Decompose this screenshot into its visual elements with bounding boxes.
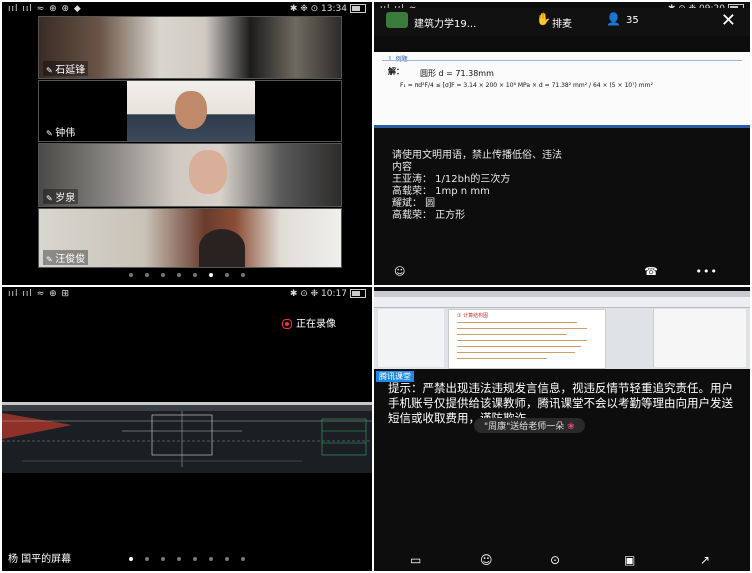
chat-list: 请使用文明用语，禁止传播低俗、违法 内容 王亚涛： 1/12bh的三次方 高载荣…: [392, 150, 562, 222]
shared-document: 1. 例题 解： 圆形 d = 71.38mm F₁ = πd²F/4 ≤ [σ…: [374, 52, 750, 128]
phone-icon[interactable]: ☎: [644, 265, 658, 278]
screen-share-panel: ııl ııl ≈ ⊕ ⊞ ✱ ⊙ ❉ 10:17 正在录像 杨 国平的屏幕: [2, 287, 372, 571]
battery-icon: [350, 289, 366, 298]
cad-drawing-lines: [2, 411, 372, 467]
screen-icon[interactable]: ▣: [624, 553, 635, 567]
doc-formula: 圆形 d = 71.38mm: [420, 69, 494, 78]
gift-message: "周康"送给老师一朵 ❀: [474, 418, 585, 433]
chat-message: 王亚涛： 1/12bh的三次方: [392, 174, 511, 185]
raise-hand-button[interactable]: 排麦: [552, 15, 572, 30]
signal-icons: ııl ııl ≈ ⊕ ⊞: [8, 289, 71, 299]
participant-tile[interactable]: 钟伟: [38, 80, 342, 142]
more-icon[interactable]: •••: [696, 265, 718, 278]
share-icon[interactable]: ↗: [700, 553, 710, 567]
status-right: ✱ ❉ ⊙ 13:34: [290, 4, 366, 14]
status-right: ✱ ⊙ ❉ 10:17: [290, 289, 366, 299]
classroom-chat-panel: ııl ııl ≈ ✱ ⊙ ❉ 09:20 建筑力学19... ✋ 排麦 👤 3…: [374, 2, 750, 285]
status-bar: ııl ııl ≈ ⊕ ⊞ ✱ ⊙ ❉ 10:17: [2, 287, 372, 303]
comment-icon[interactable]: ▭: [410, 553, 421, 567]
course-logo-icon: [386, 12, 408, 28]
shared-screen: ① 计算结构图: [374, 291, 750, 369]
participant-tile[interactable]: 岁泉: [38, 143, 342, 207]
cad-drawing: [2, 402, 372, 473]
doc-heading: 1. 例题: [388, 54, 408, 63]
participant-name: 汪俊俊: [43, 250, 89, 265]
viewer-count[interactable]: 35: [626, 15, 639, 26]
classroom-header: 建筑力学19... ✋ 排麦 👤 35 ✕: [374, 8, 750, 36]
participant-tile[interactable]: 石延锋: [38, 16, 342, 79]
outline-pane: [378, 309, 444, 367]
chat-message: 高载荣： 1mp n mm: [392, 186, 490, 197]
doc-solution: 解：: [388, 67, 404, 76]
participant-face: [189, 150, 227, 194]
participant-face: [199, 229, 245, 267]
battery-icon: [350, 4, 366, 13]
participant-video: [127, 81, 255, 141]
classroom-toolbar: ▭ ☺ ⊙ ▣ ↗: [374, 553, 750, 569]
participant-tile[interactable]: 汪俊俊: [38, 208, 342, 268]
office-ribbon: [374, 297, 750, 308]
record-icon: [282, 319, 292, 329]
record-icon[interactable]: ⊙: [550, 553, 560, 567]
course-title[interactable]: 建筑力学19...: [414, 15, 476, 30]
emoji-icon[interactable]: ☺: [394, 265, 405, 278]
doc-formula: F₁ = πd²F/4 ≤ [σ]F = 3.14 × 200 × 10⁶ MP…: [400, 82, 653, 89]
raise-hand-icon[interactable]: ✋: [536, 12, 551, 26]
document-page: ① 计算结构图: [448, 309, 606, 369]
video-call-panel: ııl ııl ≈ ⊕ ⊕ ◆ ✱ ❉ ⊙ 13:34 石延锋 钟伟 岁泉 汪俊…: [2, 2, 372, 285]
hand-icon[interactable]: ☺: [480, 553, 493, 567]
participant-name: 石延锋: [43, 61, 89, 76]
side-panel: [653, 309, 746, 367]
participant-face: [175, 91, 207, 129]
screen-owner-label: 杨 国平的屏幕: [8, 554, 72, 565]
recording-indicator[interactable]: 正在录像: [282, 315, 336, 330]
user-icon: 👤: [606, 12, 621, 26]
signal-icons: ııl ııl ≈ ⊕ ⊕ ◆: [8, 4, 82, 14]
chat-message: 内容: [392, 162, 412, 173]
chat-message: 耀斌： 圆: [392, 198, 436, 209]
classroom-notice-panel: ① 计算结构图 腾讯课堂 提示：严禁出现违法违规发言信息，视违反情节轻重追究责任…: [374, 287, 750, 571]
participant-name: 岁泉: [43, 189, 79, 204]
page-indicator[interactable]: [2, 273, 372, 277]
doc-title: ① 计算结构图: [457, 313, 489, 319]
classroom-toolbar: ☺ ☎ •••: [374, 265, 750, 279]
flower-icon: ❀: [567, 422, 575, 432]
chat-message: 请使用文明用语，禁止传播低俗、违法: [392, 150, 562, 161]
close-icon[interactable]: ✕: [721, 10, 736, 31]
chat-message: 高载荣： 正方形: [392, 210, 466, 221]
participant-name: 钟伟: [43, 124, 79, 139]
